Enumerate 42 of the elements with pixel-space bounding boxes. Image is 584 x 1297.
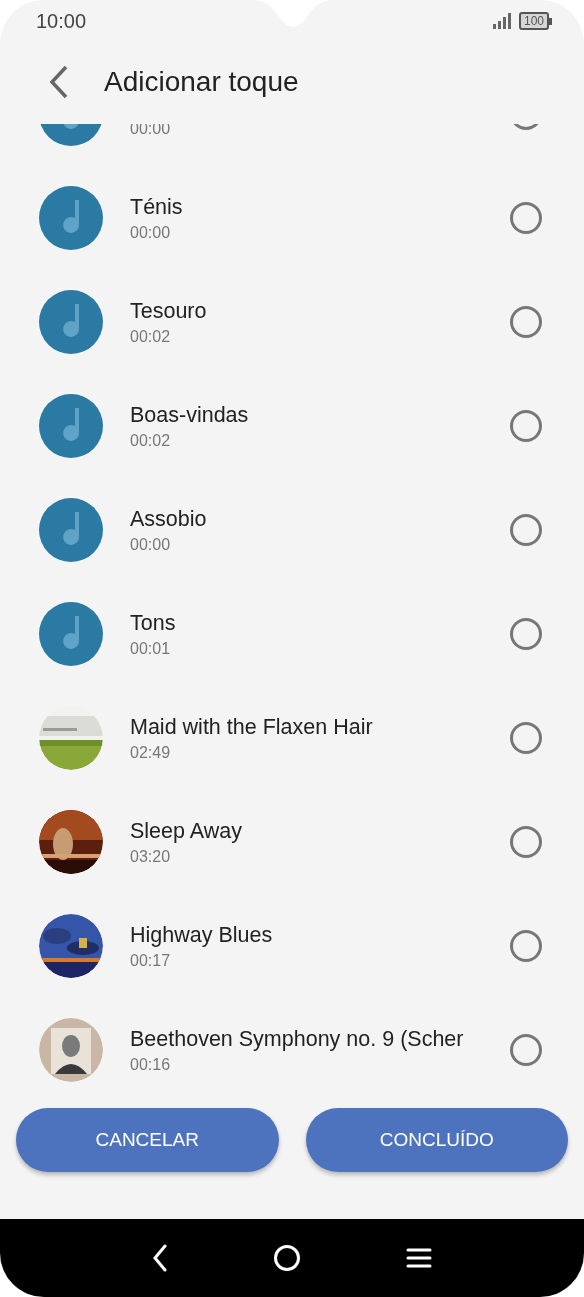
ringtone-duration: 00:00 (130, 535, 172, 555)
music-note-icon (39, 394, 103, 458)
ringtone-title[interactable]: Ténis (130, 192, 502, 222)
ringtone-duration: 00:16 (130, 1055, 172, 1075)
ringtone-duration: 00:02 (130, 431, 172, 451)
radio-button[interactable] (510, 306, 542, 338)
radio-button[interactable] (510, 930, 542, 962)
home-icon[interactable] (273, 1244, 301, 1272)
music-note-icon (39, 498, 103, 562)
music-note-icon (39, 602, 103, 666)
radio-button[interactable] (510, 1034, 542, 1066)
radio-button[interactable] (510, 826, 542, 858)
page-title: Adicionar toque (104, 65, 299, 99)
action-button[interactable]: CONCLUÍDO (305, 1108, 568, 1172)
action-button[interactable]: CANCELAR (16, 1108, 279, 1172)
back-icon (49, 65, 69, 99)
ringtone-title[interactable]: Tons (130, 608, 502, 638)
ringtone-title[interactable]: Beethoven Symphony no. 9 (Scher (130, 1024, 502, 1054)
battery-level: 100 (518, 12, 549, 30)
ringtone-title[interactable]: Boas-vindas (130, 400, 502, 430)
ringtone-title[interactable]: Sleep Away (130, 816, 502, 846)
ringtone-duration: 00:02 (130, 327, 172, 347)
ringtone-title[interactable]: Tesouro (130, 296, 502, 326)
radio-button[interactable] (510, 410, 542, 442)
ringtone-title[interactable]: Maid with the Flaxen Hair (130, 712, 502, 742)
radio-button[interactable] (510, 618, 542, 650)
ringtone-duration: 03:20 (130, 847, 172, 867)
back-icon[interactable] (152, 1244, 169, 1272)
status-time: 10:00 (36, 9, 87, 34)
ringtone-duration: 02:49 (130, 743, 172, 763)
ringtone-title[interactable]: Highway Blues (130, 920, 502, 950)
ringtone-title[interactable]: Assobio (130, 504, 502, 534)
ringtone-duration: 00:17 (130, 951, 172, 971)
radio-button[interactable] (510, 202, 542, 234)
music-note-icon (39, 186, 103, 250)
radio-button[interactable] (510, 514, 542, 546)
signal-icon (492, 13, 513, 29)
music-note-icon (39, 290, 103, 354)
ringtone-duration: 00:01 (130, 639, 172, 659)
radio-button[interactable] (510, 722, 542, 754)
menu-icon[interactable] (405, 1248, 432, 1268)
ringtone-duration: 00:00 (130, 223, 172, 243)
